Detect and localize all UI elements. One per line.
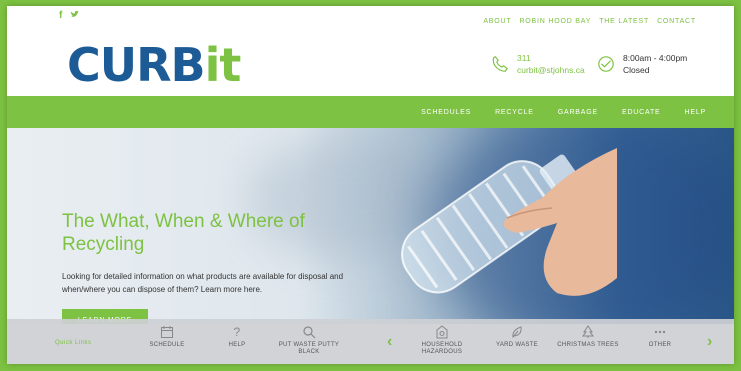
search-icon — [302, 325, 316, 339]
quick-links-bar: Quick Links SCHEDULE ? HELP PUT WASTE PU… — [7, 319, 734, 364]
phone-number[interactable]: 311 — [517, 52, 585, 64]
nav-schedules[interactable]: SCHEDULES — [421, 109, 471, 116]
hours-info: 8:00am - 4:00pm Closed — [597, 52, 687, 76]
hero-title: The What, When & Where of Recycling — [62, 211, 305, 255]
hero-image-bottle-hand — [401, 148, 617, 296]
nav-recycle[interactable]: RECYCLE — [495, 109, 534, 116]
calendar-icon — [160, 325, 174, 339]
nav-educate[interactable]: EDUCATE — [622, 109, 661, 116]
more-icon — [653, 325, 667, 339]
hero-banner: The What, When & Where of Recycling Look… — [7, 128, 734, 324]
quick-link-put-waste[interactable]: PUT WASTE PUTTY BLACK — [277, 325, 341, 356]
quick-links-next-chevron-icon[interactable]: › — [707, 333, 712, 351]
leaf-icon — [510, 325, 524, 339]
quick-link-schedule[interactable]: SCHEDULE — [135, 325, 199, 349]
twitter-icon[interactable] — [70, 10, 80, 22]
question-icon: ? — [233, 325, 241, 339]
quick-links-prev-chevron-icon[interactable]: ‹ — [387, 333, 392, 351]
quick-link-christmas-trees[interactable]: CHRISTMAS TREES — [556, 325, 620, 349]
top-link-about[interactable]: ABOUT — [483, 18, 511, 25]
quick-link-yard-waste[interactable]: YARD WASTE — [485, 325, 549, 349]
top-link-contact[interactable]: CONTACT — [657, 18, 696, 25]
contact-info: 311 curbit@stjohns.ca — [491, 52, 585, 76]
hero-description: Looking for detailed information on what… — [62, 272, 344, 294]
social-links: f — [59, 10, 80, 22]
hours-time: 8:00am - 4:00pm — [623, 53, 688, 63]
curbit-logo[interactable]: CURB it — [67, 40, 241, 90]
clock-icon — [598, 56, 614, 72]
contact-email[interactable]: curbit@stjohns.ca — [517, 64, 585, 76]
phone-icon — [492, 56, 508, 72]
nav-garbage[interactable]: GARBAGE — [558, 109, 598, 116]
quick-link-other[interactable]: OTHER — [628, 325, 692, 349]
facebook-icon[interactable]: f — [59, 10, 62, 22]
top-link-robin-hood-bay[interactable]: ROBIN HOOD BAY — [519, 18, 591, 25]
quick-link-help[interactable]: ? HELP — [205, 325, 269, 349]
top-bar: f ABOUT ROBIN HOOD BAY THE LATEST CONTAC… — [7, 6, 734, 36]
hazard-icon — [435, 325, 449, 339]
quick-link-household-hazardous[interactable]: HOUSEHOLD HAZARDOUS — [410, 325, 474, 356]
browser-frame: f ABOUT ROBIN HOOD BAY THE LATEST CONTAC… — [7, 6, 734, 364]
tree-icon — [581, 325, 595, 339]
top-link-the-latest[interactable]: THE LATEST — [599, 18, 649, 25]
nav-help[interactable]: HELP — [685, 109, 707, 116]
main-nav: SCHEDULES RECYCLE GARBAGE EDUCATE HELP — [7, 96, 734, 128]
top-links: ABOUT ROBIN HOOD BAY THE LATEST CONTACT — [483, 18, 696, 25]
quick-links-label: Quick Links — [55, 340, 92, 346]
hours-status: Closed — [623, 65, 650, 75]
